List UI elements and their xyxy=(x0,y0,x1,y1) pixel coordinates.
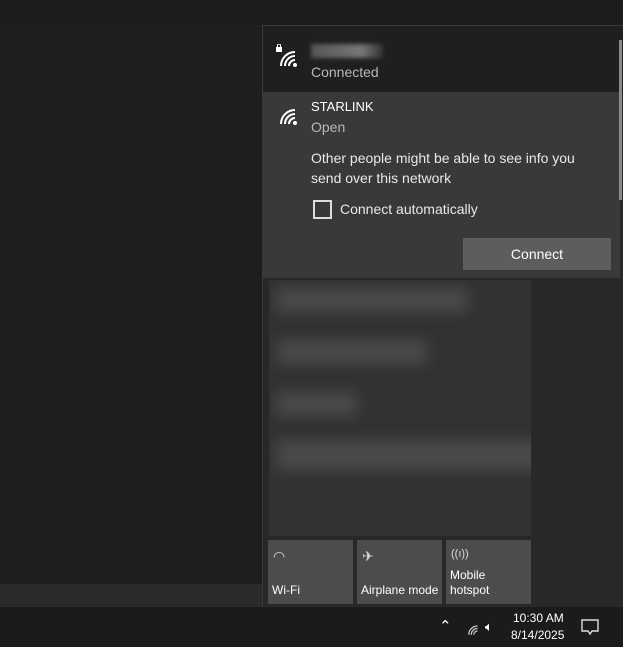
quick-action-mobile-hotspot[interactable]: ((ı)) Mobile hotspot xyxy=(446,540,531,604)
scrollbar[interactable] xyxy=(619,40,622,200)
desktop-top xyxy=(0,0,623,25)
wifi-lock-icon xyxy=(276,44,297,67)
security-warning: Other people might be able to see info y… xyxy=(311,150,575,186)
network-name-hidden xyxy=(311,44,383,58)
network-name: STARLINK xyxy=(311,99,374,114)
taskbar: ⌃ 🔈︎ 10:30 AM 8/14/2025 xyxy=(0,607,623,647)
connect-automatically-label[interactable]: Connect automatically xyxy=(340,201,478,217)
blurred-network-list xyxy=(269,280,531,536)
network-flyout: Connected STARLINK Open Other people mig… xyxy=(262,25,623,607)
quick-action-airplane-mode[interactable]: ✈ Airplane mode xyxy=(357,540,442,604)
airplane-icon: ✈ xyxy=(362,548,374,564)
network-status: Open xyxy=(311,119,346,135)
wifi-icon: ◠ xyxy=(273,548,286,564)
quick-action-wifi[interactable]: ◠ Wi-Fi xyxy=(268,540,353,604)
network-item-connected[interactable]: Connected xyxy=(263,26,623,92)
connect-automatically-checkbox[interactable] xyxy=(313,200,332,219)
chevron-up-icon[interactable]: ⌃ xyxy=(439,617,452,635)
connect-button[interactable]: Connect xyxy=(463,238,611,270)
clock-time[interactable]: 10:30 AM xyxy=(513,611,564,625)
hotspot-icon: ((ı)) xyxy=(451,548,469,560)
clock-date[interactable]: 8/14/2025 xyxy=(511,628,564,642)
wifi-icon[interactable] xyxy=(465,621,480,636)
volume-icon[interactable]: 🔈︎ xyxy=(485,619,493,635)
network-status: Connected xyxy=(311,64,379,80)
window-edge xyxy=(0,584,262,607)
notification-icon[interactable] xyxy=(581,619,599,636)
wifi-icon xyxy=(280,109,297,125)
